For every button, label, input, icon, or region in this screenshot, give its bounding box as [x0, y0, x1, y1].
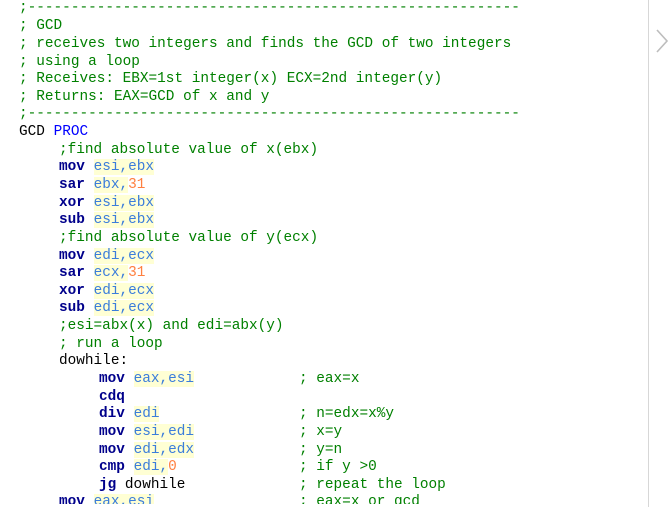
comment-line: ; Receives: EBX=1st integer(x) ECX=2nd i… [19, 71, 443, 87]
mnemonic: xor [59, 283, 85, 299]
mnemonic: div [99, 406, 125, 422]
comma: , [159, 371, 169, 387]
code-line: mov esi,ebx [59, 159, 155, 176]
mnemonic: sub [59, 212, 85, 228]
loop-label: dowhile: [59, 353, 129, 369]
inline-comment: ; repeat the loop [299, 477, 446, 493]
number-literal: 31 [128, 177, 146, 193]
number-literal: 31 [128, 265, 146, 281]
register: ebx [128, 212, 155, 228]
comment-line: ; Returns: EAX=GCD of x and y [19, 89, 270, 105]
inline-comment: ; if y >0 [299, 459, 377, 475]
comment-line: ; GCD [19, 18, 63, 34]
number-literal: 0 [168, 459, 177, 475]
comma: , [119, 159, 129, 175]
register: ebx [93, 177, 120, 193]
register: ebx [128, 159, 155, 175]
register: edx [168, 442, 195, 458]
mnemonic: mov [99, 442, 125, 458]
comma: , [119, 212, 129, 228]
mnemonic: sub [59, 300, 85, 316]
proc-declaration: GCD PROC [19, 124, 88, 141]
mnemonic: sar [59, 265, 85, 281]
mnemonic: cmp [99, 459, 125, 475]
code-line: sar ebx,31 [59, 177, 145, 194]
code-line: jg dowhile [99, 477, 185, 494]
mnemonic: mov [99, 371, 125, 387]
mnemonic: cdq [99, 389, 125, 405]
mnemonic: mov [59, 159, 85, 175]
code-editor[interactable]: ;---------------------------------------… [0, 0, 649, 507]
register: ecx [93, 265, 120, 281]
register: edi [133, 406, 160, 422]
code-line: xor edi,ecx [59, 283, 155, 300]
register: eax [133, 371, 160, 387]
code-line: sub edi,ecx [59, 300, 155, 317]
comma: , [159, 442, 169, 458]
code-line: div edi [99, 406, 160, 423]
code-line: mov esi,edi [99, 424, 195, 441]
comma: , [119, 195, 129, 211]
register: esi [168, 371, 195, 387]
register: edi [93, 283, 120, 299]
code-line: mov eax,esi [99, 371, 195, 388]
register: edi [133, 442, 160, 458]
code-line: mov edi,edx [99, 442, 195, 459]
comment-line: ;esi=abx(x) and edi=abx(y) [59, 318, 284, 334]
inline-comment: ; eax=x [299, 371, 360, 387]
comment-line: ;find absolute value of x(ebx) [59, 142, 319, 158]
chevron-right-icon[interactable] [655, 28, 669, 54]
inline-comment: ; x=y [299, 424, 343, 440]
code-line: cdq [99, 389, 125, 406]
mnemonic: sar [59, 177, 85, 193]
comma: , [119, 300, 129, 316]
comment-line: ;find absolute value of y(ecx) [59, 230, 319, 246]
comma: , [119, 248, 129, 264]
register: esi [133, 424, 160, 440]
code-line: cmp edi,0 [99, 459, 177, 476]
register: ecx [128, 248, 155, 264]
register: ecx [128, 283, 155, 299]
register: edi [133, 459, 160, 475]
comma: , [119, 177, 129, 193]
comma: , [159, 459, 169, 475]
register: edi [168, 424, 195, 440]
register: edi [93, 248, 120, 264]
comment-line: ; run a loop [59, 336, 163, 352]
mnemonic: mov [99, 424, 125, 440]
register: edi [93, 300, 120, 316]
register: ebx [128, 195, 155, 211]
comma: , [119, 283, 129, 299]
register: ecx [128, 300, 155, 316]
proc-name: GCD [19, 124, 45, 140]
register: esi [93, 212, 120, 228]
code-line: mov edi,ecx [59, 248, 155, 265]
separator-line: ;---------------------------------------… [19, 0, 520, 16]
code-line: sub esi,ebx [59, 212, 155, 229]
mnemonic: jg [99, 477, 117, 493]
code-line: xor esi,ebx [59, 195, 155, 212]
comma: , [119, 265, 129, 281]
separator-line: ;---------------------------------------… [19, 106, 520, 122]
jump-target: dowhile [124, 477, 186, 493]
register: esi [93, 195, 120, 211]
mnemonic: xor [59, 195, 85, 211]
inline-comment: ; n=edx=x%y [299, 406, 394, 422]
comment-line: ; receives two integers and finds the GC… [19, 36, 512, 52]
register: esi [93, 159, 120, 175]
code-line: sar ecx,31 [59, 265, 145, 282]
inline-comment: ; y=n [299, 442, 343, 458]
comment-line: ; using a loop [19, 54, 140, 70]
comma: , [159, 424, 169, 440]
mnemonic: mov [59, 248, 85, 264]
proc-keyword: PROC [53, 124, 89, 140]
